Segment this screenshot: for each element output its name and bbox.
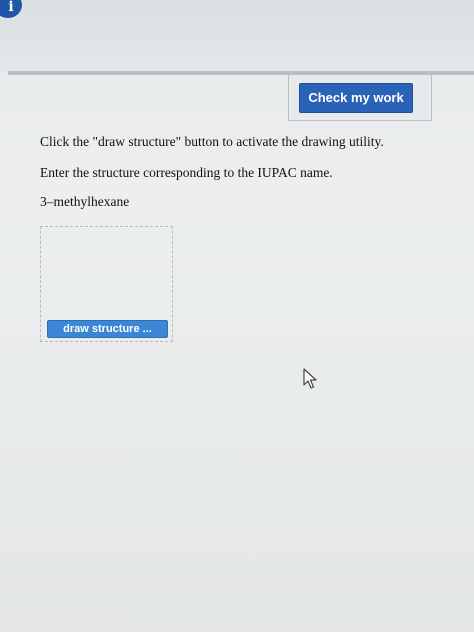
instruction-enter-structure: Enter the structure corresponding to the… bbox=[40, 165, 333, 180]
structure-drawing-area[interactable]: draw structure ... bbox=[40, 226, 173, 342]
compound-name: 3–methylhexane bbox=[40, 194, 130, 209]
instruction-draw-structure: Click the "draw structure" button to act… bbox=[40, 134, 384, 149]
check-my-work-button[interactable]: Check my work bbox=[299, 83, 413, 113]
draw-structure-button[interactable]: draw structure ... bbox=[47, 320, 168, 338]
check-my-work-panel: Check my work bbox=[288, 75, 432, 121]
top-band bbox=[0, 0, 474, 72]
mouse-pointer-icon bbox=[303, 368, 317, 389]
